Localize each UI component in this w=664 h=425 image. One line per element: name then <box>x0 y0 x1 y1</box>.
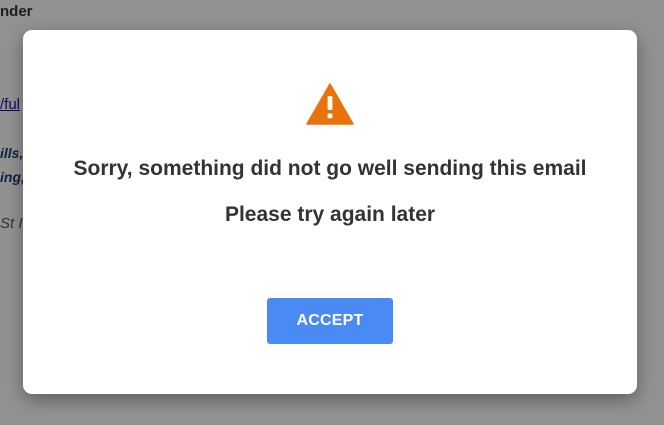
error-dialog: Sorry, something did not go well sending… <box>23 30 637 394</box>
warning-triangle-icon <box>306 83 354 125</box>
error-message: Sorry, something did not go well sending… <box>73 157 587 180</box>
error-submessage: Please try again later <box>224 203 436 226</box>
accept-button[interactable]: ACCEPT <box>267 298 393 344</box>
